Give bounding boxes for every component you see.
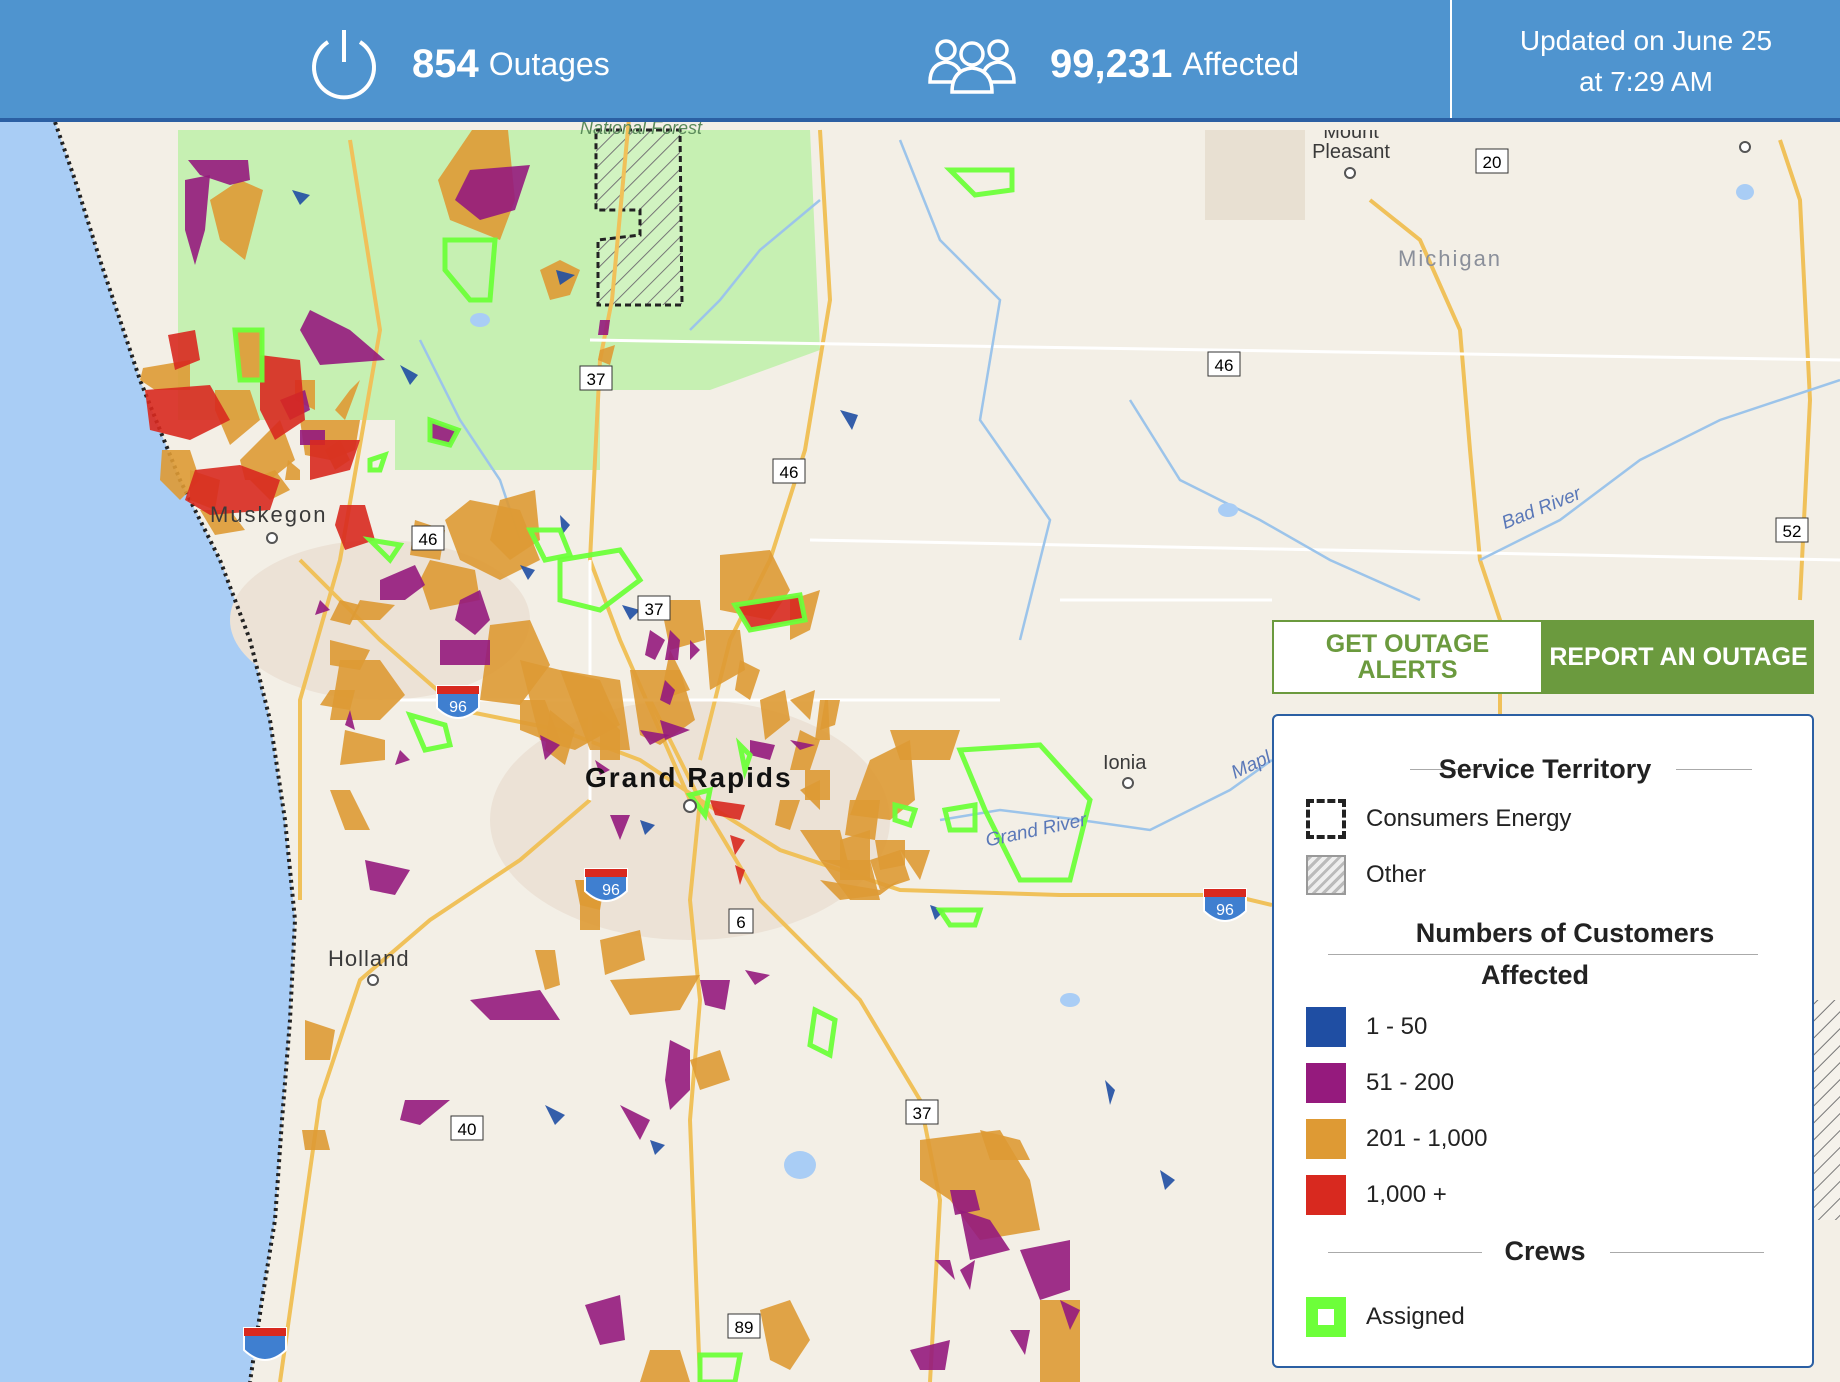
- map-label-michigan: Michigan: [1398, 246, 1503, 271]
- map-label-muskegon: Muskegon: [210, 502, 328, 527]
- svg-text:6: 6: [736, 913, 745, 932]
- svg-text:46: 46: [780, 463, 799, 482]
- red-swatch: [1306, 1175, 1346, 1215]
- legend-item-1000-plus: 1,000 +: [1306, 1174, 1447, 1216]
- legend-item-201-1000: 201 - 1,000: [1306, 1118, 1487, 1160]
- svg-text:40: 40: [458, 1120, 477, 1139]
- route-shield-52: 52: [1775, 517, 1809, 543]
- orange-swatch: [1306, 1119, 1346, 1159]
- route-shield-37c: 37: [905, 1099, 939, 1125]
- affected-stat: 99,231 Affected: [924, 24, 1299, 104]
- route-shield-46: 46: [1207, 351, 1241, 377]
- updated-line-1: Updated on June 25: [1519, 25, 1773, 56]
- svg-text:46: 46: [1215, 356, 1234, 375]
- legend-item-51-200: 51 - 200: [1306, 1062, 1454, 1104]
- affected-count: 99,231: [1050, 41, 1173, 86]
- route-shield-20: 20: [1475, 148, 1509, 174]
- other-territory-east: [1814, 1000, 1840, 1220]
- map-label-grand-rapids: Grand Rapids: [585, 762, 793, 793]
- svg-text:96: 96: [1216, 902, 1234, 919]
- svg-text:37: 37: [913, 1104, 932, 1123]
- interstate-196: [243, 1327, 287, 1361]
- legend-customers-subtitle: Affected: [1480, 960, 1589, 990]
- route-shield-6: 6: [728, 908, 754, 934]
- updated-timestamp: Updated on June 25 at 7:29 AM: [1450, 0, 1840, 118]
- interstate-96-a: 96: [436, 685, 480, 719]
- affected-label: Affected: [1182, 45, 1300, 82]
- power-icon: [312, 30, 376, 100]
- map-label-ionia: Ionia: [1103, 752, 1147, 774]
- route-shield-40: 40: [450, 1115, 484, 1141]
- report-outage-button[interactable]: REPORT AN OUTAGE: [1543, 620, 1814, 694]
- blue-swatch: [1306, 1007, 1346, 1047]
- updated-line-2: at 7:29 AM: [1579, 66, 1713, 97]
- purple-swatch: [1306, 1063, 1346, 1103]
- hatched-square-icon: [1306, 855, 1346, 895]
- map-label-holland: Holland: [328, 946, 410, 971]
- map-legend: Service Territory Consumers Energy Other…: [1272, 714, 1814, 1368]
- legend-item-1-50: 1 - 50: [1306, 1006, 1427, 1048]
- svg-text:46: 46: [419, 530, 438, 549]
- svg-text:96: 96: [449, 699, 467, 716]
- svg-text:96: 96: [602, 882, 620, 899]
- outages-count: 854: [412, 41, 479, 86]
- dashed-square-icon: [1306, 799, 1346, 839]
- outages-label: Outages: [488, 45, 610, 82]
- route-shield-46b: 46: [772, 458, 806, 484]
- svg-text:37: 37: [645, 600, 664, 619]
- get-outage-alerts-button[interactable]: GET OUTAGE ALERTS: [1272, 620, 1543, 694]
- legend-item-assigned: Assigned: [1306, 1296, 1465, 1338]
- route-shield-89: 89: [727, 1313, 761, 1339]
- route-shield-37: 37: [579, 365, 613, 391]
- legend-item-other: Other: [1306, 854, 1426, 896]
- svg-text:89: 89: [735, 1318, 754, 1337]
- crew-assigned-swatch: [1306, 1297, 1346, 1337]
- route-shield-37b: 37: [637, 595, 671, 621]
- action-buttons: GET OUTAGE ALERTS REPORT AN OUTAGE: [1272, 620, 1814, 694]
- outages-stat: 854 Outages: [306, 24, 610, 104]
- route-shield-46c: 46: [411, 525, 445, 551]
- svg-text:20: 20: [1483, 153, 1502, 172]
- interstate-96-c: 96: [1203, 888, 1247, 922]
- legend-item-consumers-energy: Consumers Energy: [1306, 798, 1571, 840]
- legend-customers-title: Numbers of Customers: [1415, 918, 1715, 948]
- svg-text:37: 37: [587, 370, 606, 389]
- svg-text:52: 52: [1783, 522, 1802, 541]
- interstate-96-b: 96: [584, 868, 628, 902]
- top-bar: 854 Outages 99,231 Affected Updated on J…: [0, 0, 1840, 122]
- people-icon: [928, 39, 1016, 94]
